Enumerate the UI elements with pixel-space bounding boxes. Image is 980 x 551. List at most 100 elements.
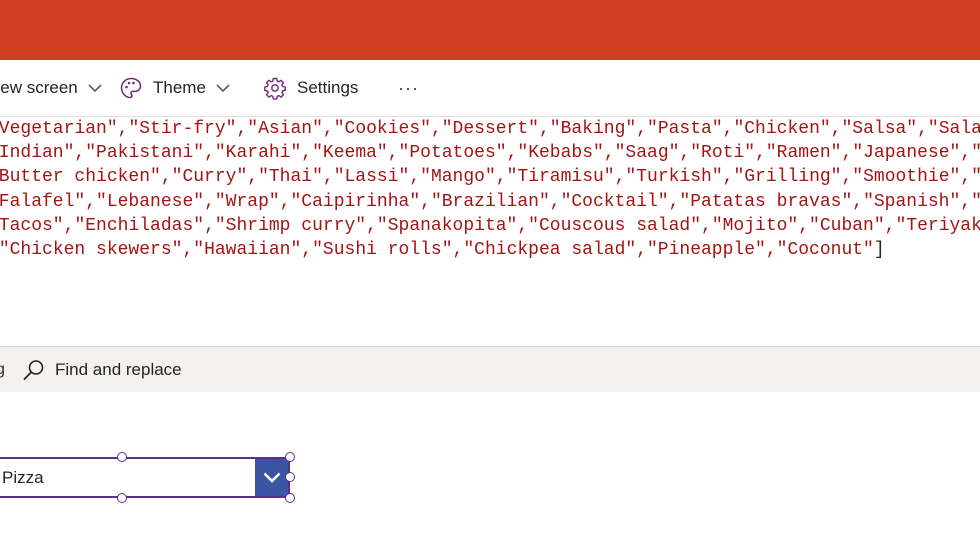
find-and-replace-button[interactable]: Find and replace bbox=[23, 347, 182, 392]
string-literal: "Curry" bbox=[171, 167, 248, 188]
formula-line: "Indian","Pakistani","Karahi","Keema","P… bbox=[0, 141, 980, 165]
resize-handle-top-right[interactable] bbox=[285, 452, 295, 462]
palette-icon bbox=[120, 77, 142, 99]
more-options-button[interactable]: ··· bbox=[398, 60, 419, 116]
punctuation: , bbox=[830, 119, 842, 139]
string-literal: "Japanese" bbox=[852, 143, 961, 164]
punctuation: , bbox=[322, 119, 334, 139]
string-literal: "Pasta" bbox=[647, 119, 723, 139]
dropdown-control[interactable]: Pizza bbox=[0, 457, 290, 498]
string-literal: "Enchiladas" bbox=[74, 215, 205, 236]
string-literal: "Potatoes" bbox=[398, 143, 507, 164]
punctuation: , bbox=[506, 143, 518, 164]
punctuation: , bbox=[841, 167, 853, 188]
punctuation: , bbox=[960, 167, 972, 188]
string-literal: "Caipirinha" bbox=[290, 191, 421, 212]
punctuation: , bbox=[204, 191, 215, 212]
punctuation: , bbox=[430, 119, 442, 139]
string-literal: "Turkish" bbox=[625, 167, 723, 188]
string-literal: "Mojito" bbox=[711, 215, 799, 236]
punctuation: , bbox=[117, 119, 129, 139]
punctuation: , bbox=[182, 240, 194, 261]
find-and-replace-label: Find and replace bbox=[55, 359, 182, 379]
punctuation: , bbox=[636, 240, 647, 261]
string-literal: "Brazilian" bbox=[430, 191, 550, 212]
punctuation: , bbox=[322, 167, 334, 188]
chevron-down-icon bbox=[263, 472, 280, 483]
resize-handle-top[interactable] bbox=[117, 452, 127, 462]
settings-label: Settings bbox=[297, 78, 359, 97]
string-literal: "Salsa" bbox=[841, 119, 918, 139]
string-literal: "Blueberry" bbox=[971, 167, 980, 187]
punctuation: , bbox=[755, 143, 766, 164]
string-literal: "Shrimp curry" bbox=[214, 215, 367, 236]
punctuation: , bbox=[884, 215, 896, 236]
string-literal: "Teriyaki chicken" bbox=[895, 215, 980, 236]
string-literal: "Lassi" bbox=[333, 167, 410, 188]
formula-bar[interactable]: "Vegetarian","Stir-fry","Asian","Cookies… bbox=[0, 117, 980, 345]
string-literal: "Ramen" bbox=[765, 143, 842, 164]
string-literal: "Baking" bbox=[549, 119, 637, 139]
punctuation: , bbox=[765, 240, 777, 261]
resize-handle-right[interactable] bbox=[285, 472, 295, 482]
string-literal: "Spring rolls" bbox=[971, 192, 980, 212]
punctuation: , bbox=[204, 143, 215, 164]
string-literal: "Mango" bbox=[420, 167, 496, 188]
string-literal: "Keema" bbox=[312, 143, 388, 164]
formula-line: "Falafel","Lebanese","Wrap","Caipirinha"… bbox=[0, 190, 980, 214]
string-literal: "Cuban" bbox=[809, 215, 885, 236]
string-literal: "Soup" bbox=[971, 143, 980, 163]
formula-code[interactable]: "Vegetarian","Stir-fry","Asian","Cookies… bbox=[0, 117, 980, 262]
resize-handle-bottom[interactable] bbox=[117, 493, 127, 503]
punctuation: , bbox=[301, 143, 313, 164]
string-literal: "Chicken" bbox=[733, 119, 831, 139]
command-bar: New screen Theme Settings ··· bbox=[0, 60, 980, 117]
punctuation: , bbox=[301, 240, 313, 261]
string-literal: "Butter chicken" bbox=[0, 167, 161, 188]
settings-button[interactable]: Settings bbox=[263, 60, 358, 116]
string-literal: "Saag" bbox=[614, 143, 680, 164]
theme-button[interactable]: Theme bbox=[119, 60, 230, 116]
punctuation: , bbox=[798, 215, 810, 236]
new-screen-button[interactable]: New screen bbox=[0, 60, 102, 116]
punctuation: , bbox=[452, 240, 464, 261]
punctuation: , bbox=[960, 191, 972, 212]
string-literal: "Patatas bravas" bbox=[679, 191, 853, 212]
string-literal: "Dessert" bbox=[441, 119, 539, 139]
gear-icon bbox=[264, 77, 286, 100]
punctuation: , bbox=[517, 215, 529, 236]
punctuation: , bbox=[204, 215, 215, 236]
string-literal: "Grilling" bbox=[733, 167, 842, 188]
more-icon: ··· bbox=[398, 77, 419, 98]
punctuation: , bbox=[722, 119, 734, 139]
new-screen-label: New screen bbox=[0, 78, 78, 97]
string-literal: "Roti" bbox=[690, 143, 756, 164]
punctuation: , bbox=[917, 119, 928, 139]
punctuation: , bbox=[636, 119, 648, 139]
punctuation: , bbox=[409, 167, 421, 188]
string-literal: "Wrap" bbox=[214, 191, 280, 212]
punctuation: , bbox=[722, 167, 734, 188]
string-literal: "Salad" bbox=[927, 119, 980, 139]
punctuation: , bbox=[247, 167, 259, 188]
formula-line: "Butter chicken","Curry","Thai","Lassi",… bbox=[0, 165, 980, 189]
punctuation: , bbox=[279, 191, 291, 212]
string-literal: "Kebabs" bbox=[517, 143, 604, 164]
punctuation: , bbox=[614, 167, 626, 188]
string-literal: "Falafel" bbox=[0, 191, 86, 212]
toolbar-item-partial[interactable]: g bbox=[0, 361, 4, 379]
punctuation: ] bbox=[873, 240, 885, 261]
string-literal: "Spanish" bbox=[863, 191, 961, 212]
formula-toolbar: g Find and replace bbox=[0, 346, 980, 393]
punctuation: , bbox=[85, 191, 97, 212]
resize-handle-bottom-right[interactable] bbox=[285, 493, 295, 503]
punctuation: , bbox=[960, 143, 972, 164]
search-icon bbox=[23, 359, 44, 380]
string-literal: "Karahi" bbox=[214, 143, 302, 164]
dropdown-toggle[interactable] bbox=[255, 459, 288, 496]
punctuation: , bbox=[160, 167, 172, 188]
punctuation: , bbox=[549, 191, 561, 212]
string-literal: "Couscous salad" bbox=[528, 215, 701, 236]
punctuation: , bbox=[701, 215, 712, 236]
chevron-down-icon bbox=[216, 83, 230, 92]
